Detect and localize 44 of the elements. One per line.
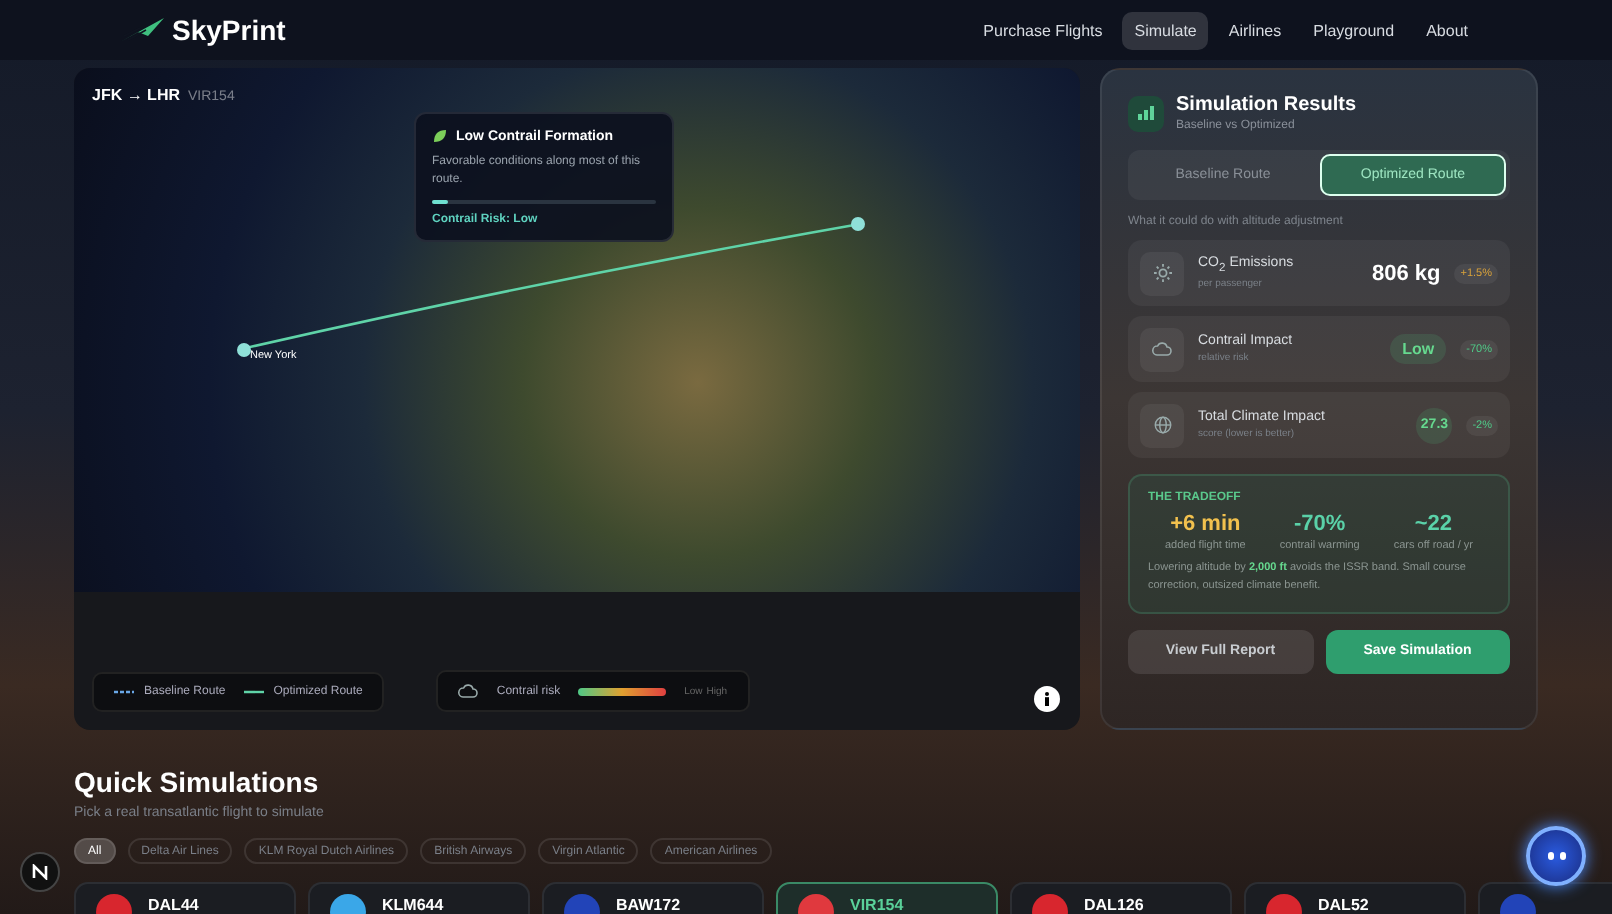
flight-code: DAL52	[1318, 896, 1369, 914]
info-button[interactable]	[1034, 686, 1060, 712]
flight-card[interactable]: DAL126	[1010, 882, 1232, 914]
cloud-icon	[1152, 342, 1172, 356]
stat-value: ~22	[1414, 512, 1453, 536]
cloud-icon	[458, 684, 479, 698]
nav-link[interactable]: Simulate	[1122, 11, 1209, 49]
dashed-line-icon	[114, 690, 134, 694]
flight-card[interactable]: VIR154	[776, 882, 998, 914]
flight-code: DAL44	[148, 896, 199, 914]
risk-gradient-bar	[578, 687, 667, 695]
metric-value: Low	[1390, 334, 1447, 364]
flight-card[interactable]: KLM644	[308, 882, 530, 914]
n-logo-button[interactable]	[20, 852, 60, 892]
nav-link[interactable]: Airlines	[1216, 11, 1294, 49]
solid-line-icon	[243, 690, 264, 694]
n-letter-icon	[32, 864, 48, 880]
stat-value: -70%	[1294, 512, 1346, 536]
info-icon	[1044, 692, 1050, 706]
plane-logo-icon	[120, 18, 164, 42]
flight-code: VIR154	[850, 896, 904, 914]
metric-value: 806 kg	[1372, 261, 1441, 285]
flight-code: KLM644	[382, 896, 444, 914]
nav-link[interactable]: About	[1414, 11, 1480, 49]
flight-card[interactable]: DAL44	[74, 882, 296, 914]
nav-link[interactable]: Playground	[1301, 11, 1407, 49]
leaf-icon	[432, 128, 448, 144]
chart-icon	[1128, 95, 1164, 131]
origin-marker	[236, 342, 252, 358]
sun-icon	[1153, 264, 1171, 282]
flight-code: DAL126	[1084, 896, 1144, 914]
destination-marker	[850, 216, 866, 232]
robot-eyes-icon	[1547, 852, 1565, 860]
route-label: JFK → LHR	[92, 86, 180, 104]
nav-link[interactable]: Purchase Flights	[971, 11, 1115, 49]
flight-code: BAW172	[616, 896, 681, 914]
flight-card[interactable]: BAW172	[542, 882, 764, 914]
chatbot-button[interactable]	[1526, 826, 1586, 886]
panel-title: Simulation Results	[1176, 94, 1357, 116]
stat-value: +6 min	[1170, 512, 1241, 536]
brand-name: SkyPrint	[172, 14, 286, 46]
section-title: Quick Simulations	[74, 766, 321, 798]
flight-card[interactable]: DAL52	[1244, 882, 1466, 914]
globe-icon	[1153, 416, 1171, 434]
